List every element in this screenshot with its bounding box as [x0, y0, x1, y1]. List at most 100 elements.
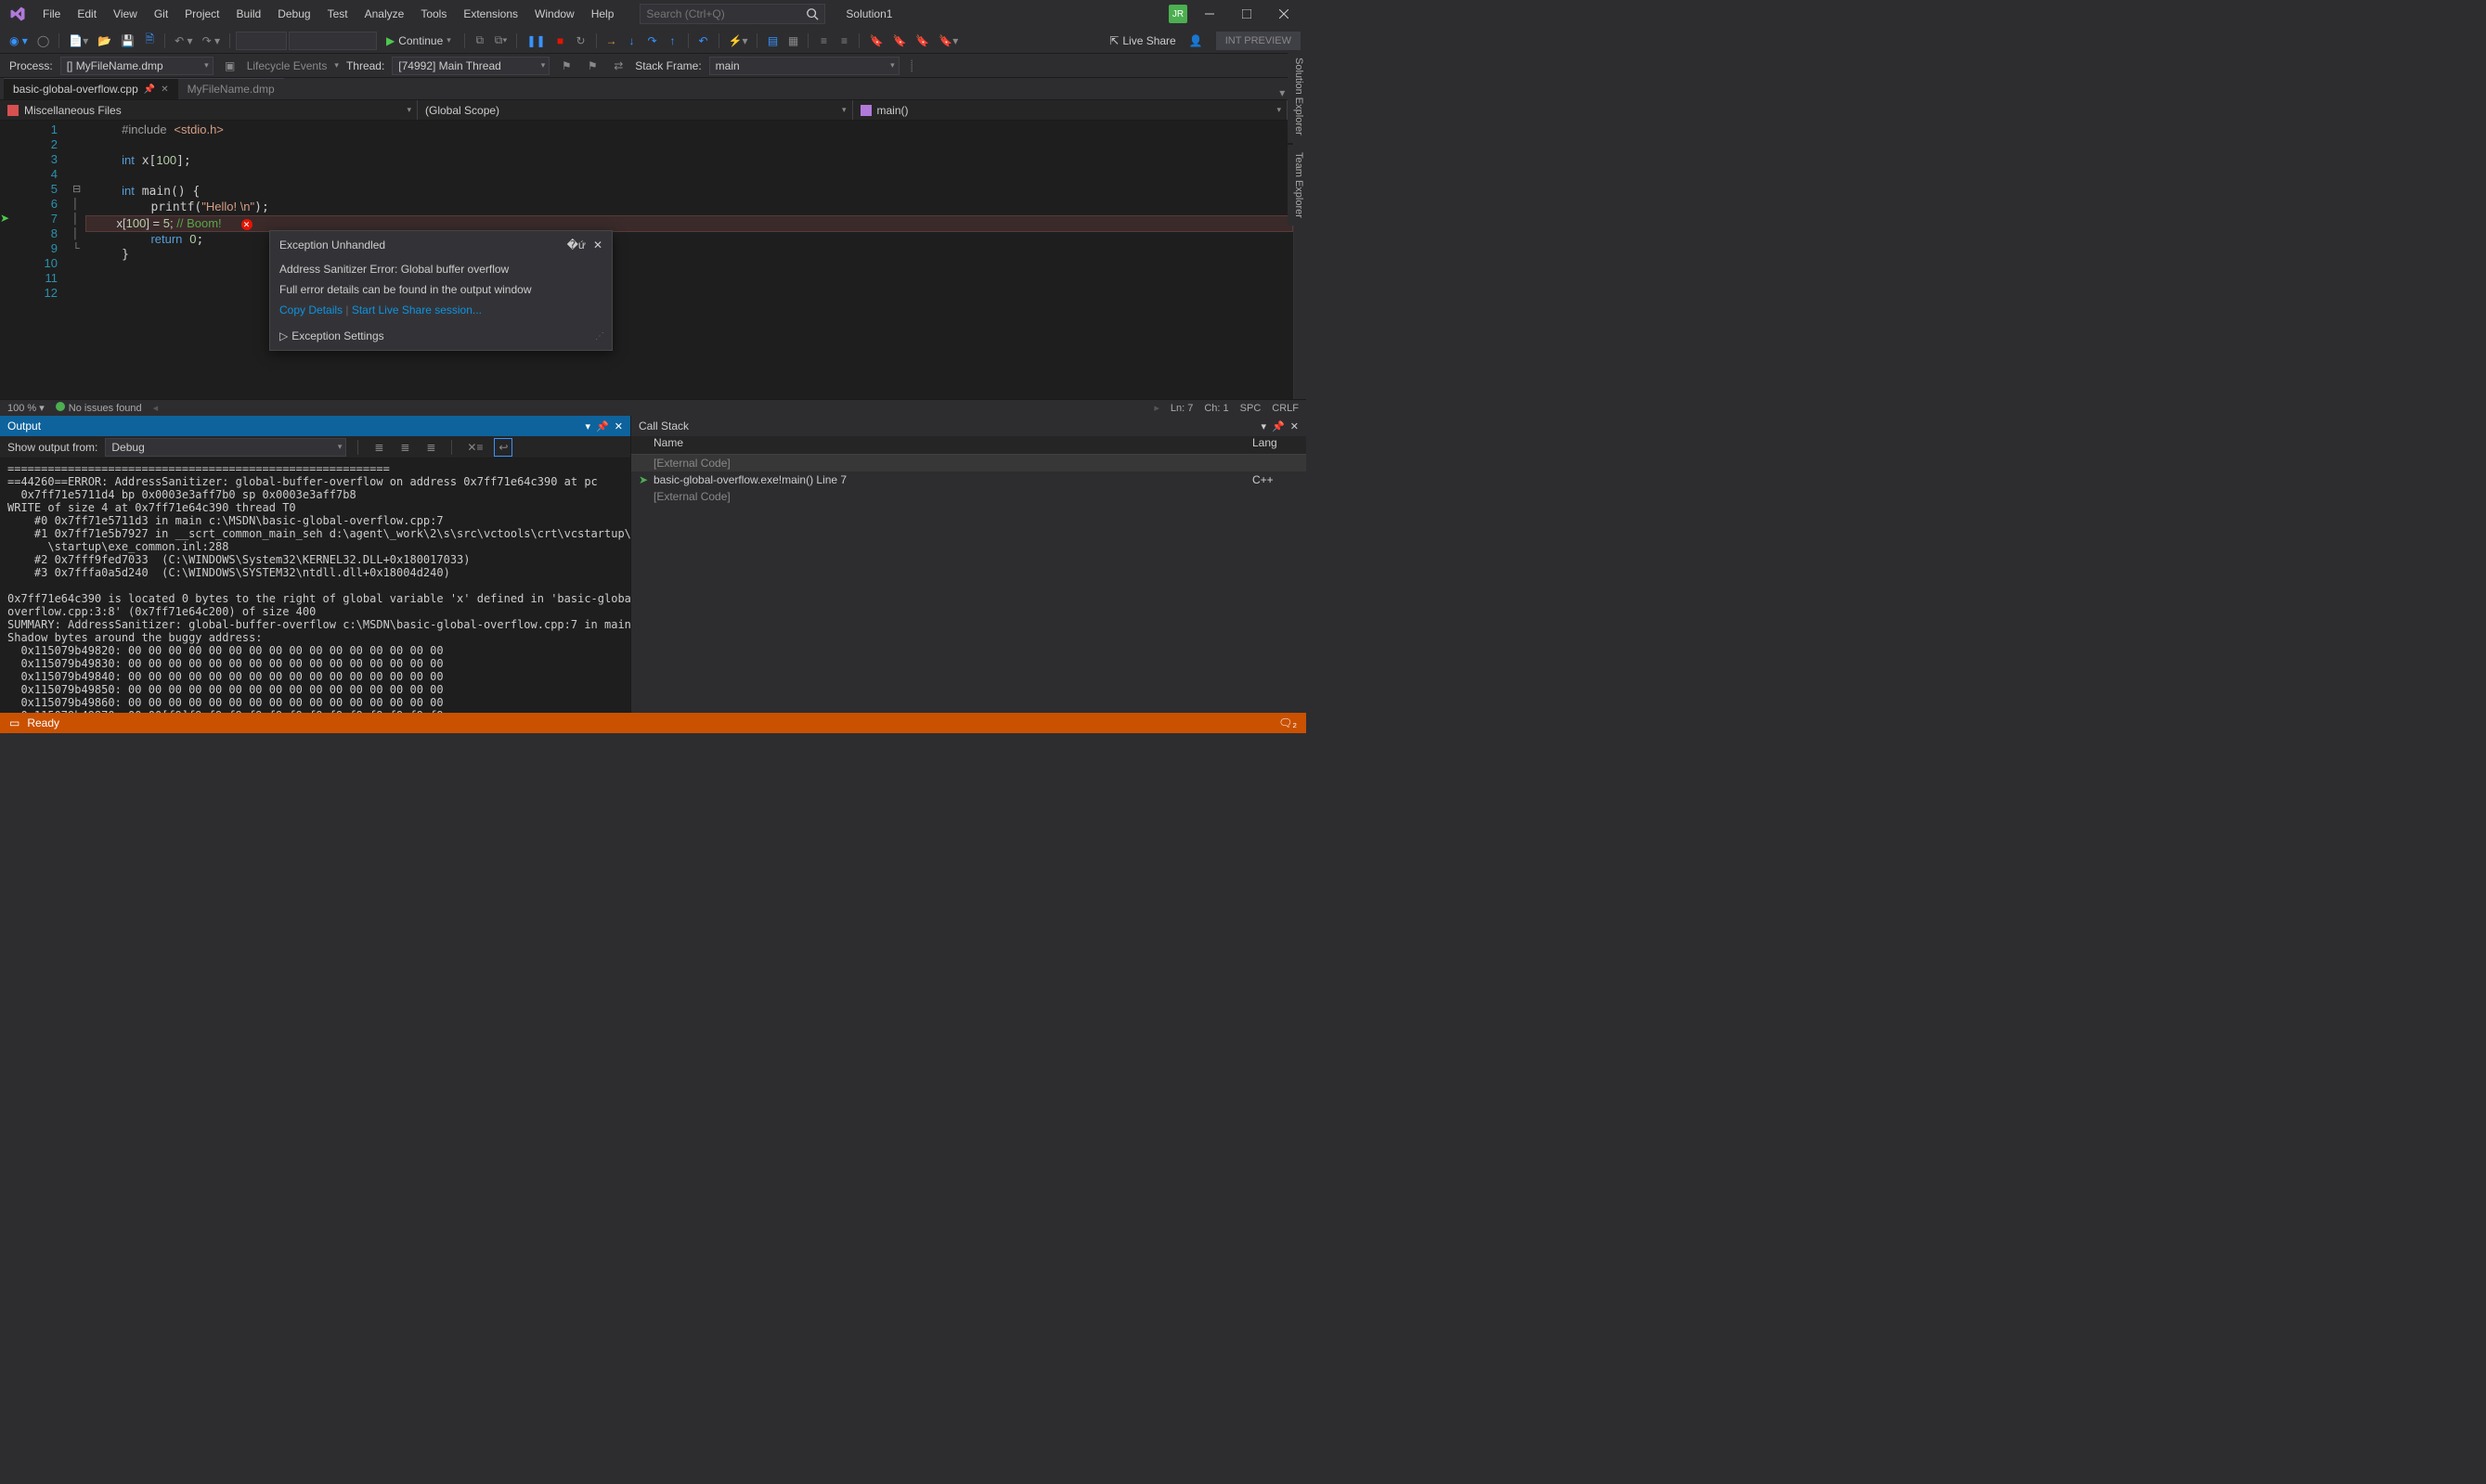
clear-output-icon[interactable]: ✕≡	[463, 438, 486, 457]
search-box[interactable]	[640, 4, 825, 24]
maximize-button[interactable]	[1228, 1, 1265, 27]
out-tb-icon-2[interactable]: ≣	[395, 438, 414, 457]
platform-dropdown[interactable]	[289, 32, 377, 50]
config-dropdown[interactable]	[236, 32, 287, 50]
wordwrap-icon[interactable]: ↩	[494, 438, 512, 457]
threads-icon[interactable]: ⚑	[583, 57, 602, 75]
save-all-icon[interactable]: 🗎	[140, 32, 159, 50]
close-tab-icon[interactable]: ✕	[161, 84, 168, 95]
tb-icon-undo2[interactable]: ↶	[694, 32, 713, 50]
panel-pin-icon[interactable]: 📌	[596, 420, 609, 432]
copy-details-link[interactable]: Copy Details	[279, 303, 343, 316]
menu-build[interactable]: Build	[229, 4, 269, 24]
redo-icon[interactable]: ↷ ▾	[199, 32, 224, 50]
lifecycle-icon[interactable]: ▣	[221, 57, 240, 75]
menu-analyze[interactable]: Analyze	[357, 4, 412, 24]
process-dropdown[interactable]: [] MyFileName.dmp	[60, 57, 214, 75]
notifications-icon[interactable]: 🗨₂	[1278, 716, 1297, 729]
cs-close-icon[interactable]: ✕	[1290, 420, 1299, 432]
issues-status[interactable]: No issues found	[56, 402, 142, 414]
callstack-row[interactable]: [External Code]	[631, 455, 1306, 471]
output-source-dropdown[interactable]: Debug	[105, 438, 346, 457]
fold-column[interactable]: ⊟│││└	[72, 121, 85, 399]
menu-test[interactable]: Test	[320, 4, 356, 24]
show-next-icon[interactable]: →	[602, 32, 621, 50]
pin-icon[interactable]: 📌	[144, 84, 155, 95]
nav-function[interactable]: main()	[853, 100, 1288, 120]
user-badge[interactable]: JR	[1169, 5, 1187, 23]
menu-tools[interactable]: Tools	[413, 4, 454, 24]
undo-icon[interactable]: ↶ ▾	[171, 32, 196, 50]
output-content[interactable]: ========================================…	[0, 458, 630, 720]
step-into-icon[interactable]: ↓	[623, 32, 641, 50]
tb-icon-a[interactable]: ⚡▾	[725, 32, 752, 50]
solution-explorer-tab[interactable]: Solution Explorer	[1288, 50, 1306, 143]
thread-dropdown[interactable]: [74992] Main Thread	[392, 57, 550, 75]
cs-col-lang[interactable]: Lang	[1252, 436, 1299, 454]
menu-extensions[interactable]: Extensions	[456, 4, 525, 24]
menu-window[interactable]: Window	[527, 4, 582, 24]
code-content[interactable]: #include <stdio.h> int x[100]; int main(…	[85, 121, 1293, 399]
bookmark-next-icon[interactable]: 🔖	[912, 32, 933, 50]
cs-dropdown-icon[interactable]: ▾	[1262, 420, 1267, 432]
team-explorer-tab[interactable]: Team Explorer	[1288, 145, 1306, 226]
stackframe-dropdown[interactable]: main	[709, 57, 900, 75]
minimize-button[interactable]	[1191, 1, 1228, 27]
tb-icon-2[interactable]: ⧉▾	[491, 32, 511, 50]
nav-scope[interactable]: (Global Scope)	[418, 100, 853, 120]
continue-button[interactable]: ▶ Continue ▾	[379, 32, 459, 49]
menu-project[interactable]: Project	[177, 4, 227, 24]
exception-settings-link[interactable]: Exception Settings	[291, 329, 383, 342]
save-icon[interactable]: 💾	[117, 32, 138, 50]
cs-pin-icon[interactable]: 📌	[1272, 420, 1285, 432]
step-over-icon[interactable]: ↷	[643, 32, 662, 50]
pause-icon[interactable]: ❚❚	[523, 32, 549, 50]
restart-icon[interactable]: ↻	[572, 32, 590, 50]
search-input[interactable]	[646, 7, 806, 20]
menu-view[interactable]: View	[106, 4, 145, 24]
panel-dropdown-icon[interactable]: ▾	[586, 420, 591, 432]
resize-grip-icon[interactable]: ⋰	[595, 331, 602, 342]
tb-icon-c[interactable]: ▦	[783, 32, 802, 50]
cs-col-name[interactable]: Name	[654, 436, 1252, 454]
code-editor[interactable]: ➤ 123 456 789 101112 ⊟│││└ #include <std…	[0, 121, 1306, 399]
tb-icon-1[interactable]: ⧉	[471, 32, 489, 50]
tab-source-file[interactable]: basic-global-overflow.cpp 📌 ✕	[4, 78, 178, 99]
flag-icon[interactable]: ⚑	[557, 57, 576, 75]
bookmark-clear-icon[interactable]: 🔖▾	[935, 32, 962, 50]
out-tb-icon-3[interactable]: ≣	[421, 438, 440, 457]
stop-icon[interactable]: ■	[551, 32, 570, 50]
panel-close-icon[interactable]: ✕	[615, 420, 623, 432]
open-icon[interactable]: 📂	[94, 32, 115, 50]
out-tb-icon-1[interactable]: ≣	[369, 438, 388, 457]
callstack-row[interactable]: [External Code]	[631, 488, 1306, 505]
menu-debug[interactable]: Debug	[270, 4, 317, 24]
menu-git[interactable]: Git	[147, 4, 175, 24]
close-button[interactable]	[1265, 1, 1302, 27]
callstack-row-current[interactable]: ➤ basic-global-overflow.exe!main() Line …	[631, 471, 1306, 488]
forward-nav-icon[interactable]: ◯	[33, 32, 53, 50]
bookmark-prev-icon[interactable]: 🔖	[888, 32, 910, 50]
indent-indicator[interactable]: SPC	[1240, 403, 1262, 414]
lineending-indicator[interactable]: CRLF	[1272, 403, 1299, 414]
tb-icon-b[interactable]: ▤	[763, 32, 782, 50]
bookmark-icon[interactable]: 🔖	[865, 32, 887, 50]
tab-dropdown-icon[interactable]: ▾	[1279, 86, 1285, 99]
menu-file[interactable]: File	[35, 4, 68, 24]
menu-help[interactable]: Help	[584, 4, 622, 24]
back-nav-icon[interactable]: ◉ ▾	[6, 32, 32, 50]
tb-icon-d[interactable]: ≡	[814, 32, 833, 50]
zoom-level[interactable]: 100 % ▾	[7, 402, 45, 414]
menu-edit[interactable]: Edit	[70, 4, 104, 24]
nav-project[interactable]: Miscellaneous Files	[0, 100, 418, 120]
new-item-icon[interactable]: 📄▾	[65, 32, 92, 50]
popup-pin-icon[interactable]: �ứ	[567, 239, 586, 252]
liveshare-button[interactable]: ⇱ Live Share	[1102, 34, 1183, 47]
popup-close-icon[interactable]: ✕	[593, 239, 602, 252]
tab-dump-file[interactable]: MyFileName.dmp	[178, 78, 284, 99]
tb-icon-e[interactable]: ≡	[835, 32, 853, 50]
callstack-panel-title[interactable]: Call Stack ▾ 📌 ✕	[631, 416, 1306, 436]
output-panel-title[interactable]: Output ▾ 📌 ✕	[0, 416, 630, 436]
start-liveshare-link[interactable]: Start Live Share session...	[352, 303, 482, 316]
step-out-icon[interactable]: ↑	[664, 32, 682, 50]
